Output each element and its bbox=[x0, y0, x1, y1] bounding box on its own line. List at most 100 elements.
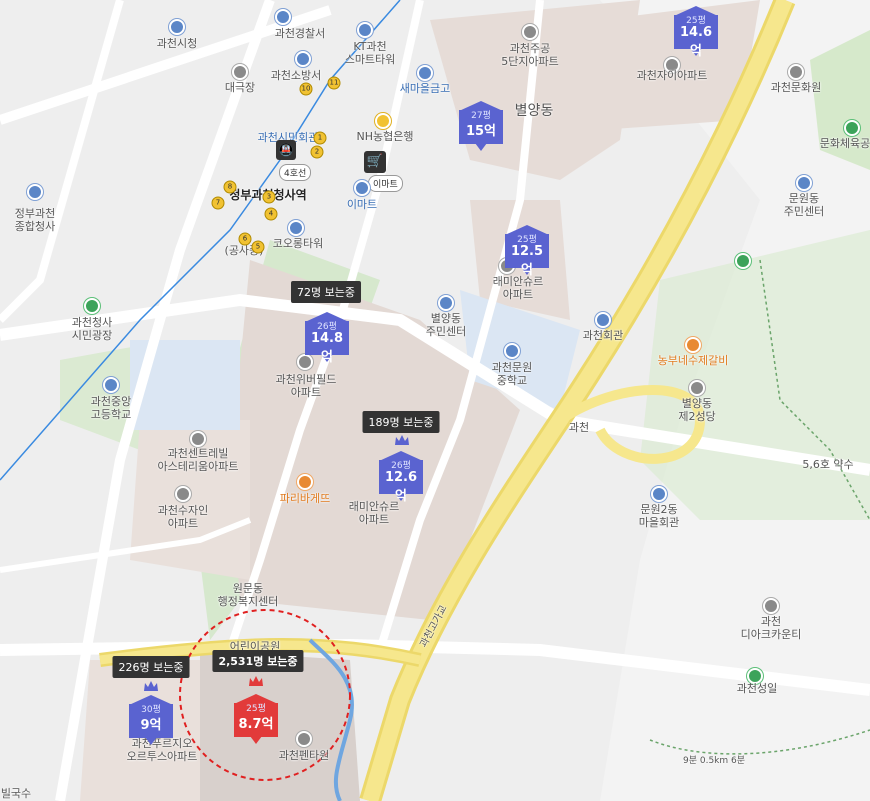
school-icon bbox=[103, 377, 119, 393]
subway-exit-icon[interactable]: 10 bbox=[299, 82, 313, 96]
place-nh-bank[interactable]: NH농협은행 bbox=[357, 130, 414, 143]
place-munwon2-hall[interactable]: 문원2동 마을회관 bbox=[639, 503, 679, 529]
listing-price: 12.6억 bbox=[384, 470, 418, 504]
place-xi-apt[interactable]: 과천자이아파트 bbox=[637, 69, 708, 82]
listing-marker[interactable]: 26평 14.8억 bbox=[305, 312, 349, 365]
listing-price: 9억 bbox=[140, 718, 162, 733]
theater-icon bbox=[232, 64, 248, 80]
apartment-icon bbox=[296, 731, 312, 747]
map-view[interactable]: 과천시청 과천경찰서 KT과천 스마트타워 과천주공 5단지아파트 과천자이아파… bbox=[0, 0, 870, 801]
listing-price: 12.5억 bbox=[510, 244, 544, 278]
subway-exit-icon[interactable]: 8 bbox=[223, 180, 237, 194]
police-icon bbox=[275, 9, 291, 25]
place-saemaeul[interactable]: 새마을금고 bbox=[400, 82, 451, 95]
line4-chip: 4호선 bbox=[279, 164, 312, 181]
restaurant-icon bbox=[685, 337, 701, 353]
hall-icon bbox=[595, 312, 611, 328]
culture-icon bbox=[788, 64, 804, 80]
place-gwacheon-tower[interactable]: 과천펜타원 bbox=[279, 749, 330, 762]
place-nongbu[interactable]: 농부네수제갈비 bbox=[658, 354, 729, 367]
bakery-icon bbox=[297, 474, 313, 490]
subway-exit-icon[interactable]: 6 bbox=[238, 232, 252, 246]
listing-marker-highlighted[interactable]: 25평 8.7억 bbox=[234, 694, 278, 744]
trail-info: 9분 0.5km 6분 bbox=[682, 756, 746, 766]
place-gwacheon-police[interactable]: 과천경찰서 bbox=[275, 27, 326, 40]
viewers-badge: 226명 보는중 bbox=[112, 656, 190, 678]
listing-marker[interactable]: 27평 15억 bbox=[459, 101, 503, 151]
place-sports-park[interactable]: 문화체육공 bbox=[820, 137, 870, 150]
place-wonmun-center[interactable]: 원문동 행정복지센터 bbox=[218, 582, 279, 608]
church-icon bbox=[689, 380, 705, 396]
place-sujain[interactable]: 과천수자인 아파트 bbox=[158, 504, 209, 530]
apartment-icon bbox=[763, 598, 779, 614]
place-dk-country[interactable]: 과천 디아크카운티 bbox=[741, 615, 802, 641]
trail-icon bbox=[735, 253, 751, 269]
place-gwacheon-sungil[interactable]: 과천성일 bbox=[737, 682, 777, 695]
kt-icon bbox=[357, 22, 373, 38]
place-central-high[interactable]: 과천중앙 고등학교 bbox=[91, 395, 131, 421]
mart-icon bbox=[354, 180, 370, 196]
gov-icon bbox=[27, 184, 43, 200]
listing-marker[interactable]: 30평 9억 bbox=[129, 695, 173, 745]
place-kolon-tower[interactable]: 코오롱타워 bbox=[273, 237, 324, 250]
shopping-icon[interactable]: 🛒 bbox=[364, 151, 386, 173]
city-hall-icon bbox=[169, 19, 185, 35]
viewers-badge: 2,531명 보는중 bbox=[212, 650, 304, 672]
viewers-badge: 189명 보는중 bbox=[362, 411, 440, 433]
place-munwon-center[interactable]: 문원동 주민센터 bbox=[784, 192, 824, 218]
listing-price: 8.7억 bbox=[238, 717, 274, 732]
subway-exit-icon[interactable]: 7 bbox=[211, 196, 225, 210]
place-fire-station[interactable]: 과천소방서 bbox=[271, 69, 322, 82]
place-kt-gwacheon[interactable]: KT과천 스마트타워 bbox=[345, 40, 396, 66]
listing-marker[interactable]: 25평 14.6억 bbox=[674, 6, 718, 59]
fire-station-icon bbox=[295, 51, 311, 67]
plaza-icon bbox=[84, 298, 100, 314]
bank-icon bbox=[417, 65, 433, 81]
place-gov-plaza[interactable]: 과천청사 시민광장 bbox=[72, 316, 112, 342]
place-jugong5[interactable]: 과천주공 5단지아파트 bbox=[501, 42, 559, 68]
apartment-icon bbox=[190, 431, 206, 447]
district-byeolyang-dong: 별양동 bbox=[514, 103, 554, 119]
subway-exit-icon[interactable]: 11 bbox=[327, 76, 341, 90]
place-culture-center[interactable]: 과천문화원 bbox=[771, 81, 822, 94]
place-mineral-spring[interactable]: 5,6호 약수 bbox=[802, 458, 853, 471]
place-gov-complex[interactable]: 정부과천 종합청사 bbox=[15, 207, 55, 233]
subway-exit-icon[interactable]: 2 bbox=[310, 145, 324, 159]
place-bottom-left[interactable]: 빌국수 bbox=[1, 787, 31, 800]
nh-bank-icon bbox=[375, 113, 391, 129]
place-gwacheon-hall[interactable]: 과천회관 bbox=[583, 329, 623, 342]
place-byeolyang-center[interactable]: 별양동 주민센터 bbox=[426, 312, 466, 338]
place-gwacheon-city-hall[interactable]: 과천시청 bbox=[157, 37, 197, 50]
place-centrale-apt[interactable]: 과천센트레빌 아스테리움아파트 bbox=[158, 447, 239, 473]
place-raemian-apt[interactable]: 래미안슈르 아파트 bbox=[493, 275, 544, 301]
place-daegukjang[interactable]: 대극장 bbox=[225, 81, 255, 94]
community-icon bbox=[438, 295, 454, 311]
crown-icon bbox=[395, 435, 409, 445]
listing-price: 15억 bbox=[465, 124, 497, 139]
listing-price: 14.6억 bbox=[679, 25, 713, 59]
apartment-icon bbox=[522, 24, 538, 40]
school-icon bbox=[504, 343, 520, 359]
community-icon bbox=[796, 175, 812, 191]
subway-exit-icon[interactable]: 3 bbox=[262, 190, 276, 204]
place-emart[interactable]: 이마트 bbox=[347, 198, 377, 211]
listing-marker[interactable]: 26평 12.6억 bbox=[379, 451, 423, 504]
place-paris-baguette[interactable]: 파리바게뜨 bbox=[280, 492, 331, 505]
place-munwon-middle[interactable]: 과천문원 중학교 bbox=[492, 361, 532, 387]
hall-icon bbox=[651, 486, 667, 502]
viewers-badge: 72명 보는중 bbox=[291, 281, 361, 303]
apartment-icon bbox=[175, 486, 191, 502]
place-byeolyang-church[interactable]: 별양동 제2성당 bbox=[678, 397, 715, 423]
subway-exit-icon[interactable]: 4 bbox=[264, 207, 278, 221]
emart-chip: 이마트 bbox=[368, 175, 403, 192]
listing-price: 14.8억 bbox=[310, 331, 344, 365]
place-wiverfield[interactable]: 과천위버필드 아파트 bbox=[276, 373, 337, 399]
subway-exit-icon[interactable]: 1 bbox=[313, 131, 327, 145]
listing-marker[interactable]: 25평 12.5억 bbox=[505, 225, 549, 278]
crown-icon bbox=[249, 676, 263, 686]
subway-station-icon[interactable]: 🚇 bbox=[276, 140, 296, 160]
tower-icon bbox=[288, 220, 304, 236]
subway-exit-icon[interactable]: 5 bbox=[251, 240, 265, 254]
crown-icon bbox=[144, 681, 158, 691]
place-ic-gwacheon[interactable]: 과천 bbox=[569, 421, 589, 434]
